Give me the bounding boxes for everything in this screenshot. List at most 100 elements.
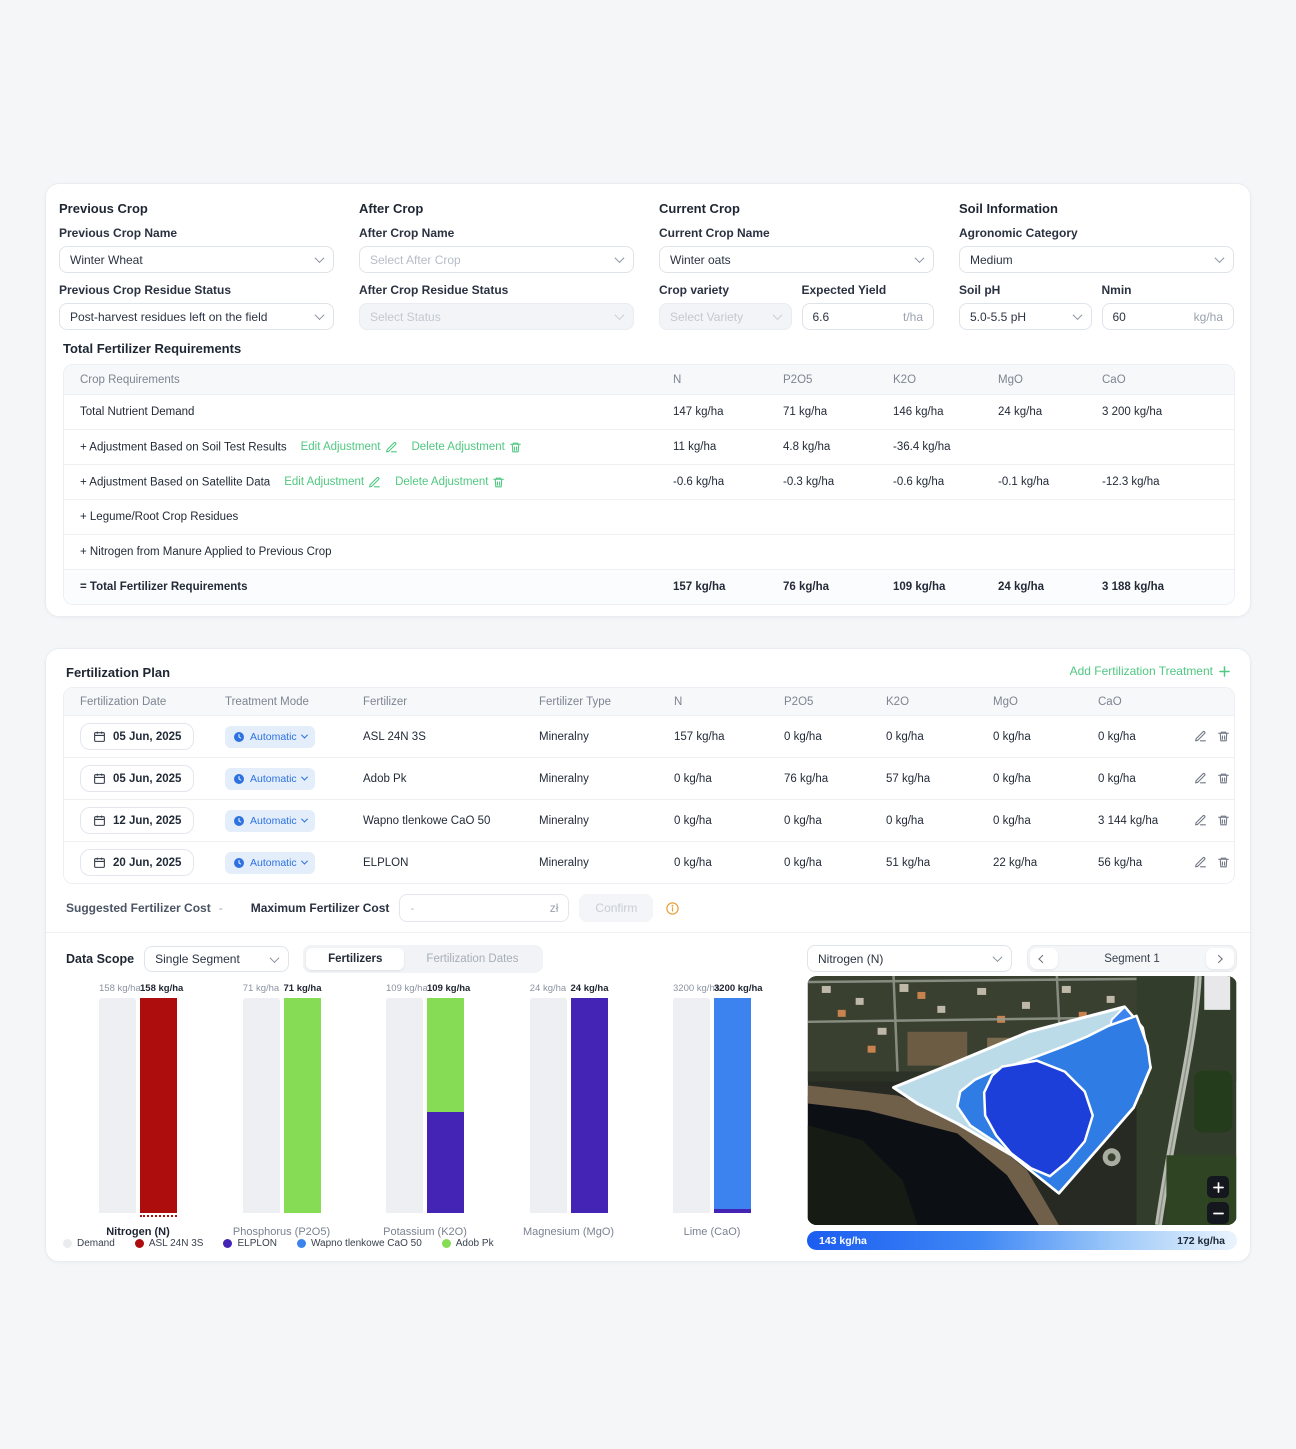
suggested-cost-value: - xyxy=(218,901,223,915)
calendar-icon xyxy=(93,730,106,743)
delete-row-button[interactable] xyxy=(1217,730,1230,743)
tab-fertilizers[interactable]: Fertilizers xyxy=(306,948,405,970)
segment-prev-button[interactable] xyxy=(1030,948,1058,969)
map-zoom-in-button[interactable] xyxy=(1207,1176,1229,1198)
treatment-mode-select[interactable]: Automatic xyxy=(225,725,315,748)
field-map[interactable] xyxy=(807,976,1237,1225)
requirements-row-label: + Nitrogen from Manure Applied to Previo… xyxy=(64,546,657,558)
edit-adjustment-link[interactable]: Edit Adjustment xyxy=(284,476,381,489)
data-scope-label: Data Scope xyxy=(66,952,135,966)
nmin-input[interactable] xyxy=(1112,309,1190,324)
after-crop-name-label: After Crop Name xyxy=(359,226,455,240)
clock-icon xyxy=(233,731,245,743)
expected-yield-label: Expected Yield xyxy=(801,283,887,297)
legend-color-dot xyxy=(441,1239,451,1248)
edit-row-button[interactable] xyxy=(1194,772,1207,785)
bar-value-labels: 3200 kg/ha 3200 kg/ha xyxy=(673,983,763,996)
previous-crop-residue-select[interactable]: Post-harvest residues left on the field xyxy=(59,303,334,330)
section-divider xyxy=(46,932,1250,933)
confirm-button[interactable]: Confirm xyxy=(579,894,654,922)
treatment-mode-select[interactable]: Automatic xyxy=(225,767,315,790)
bar-pair xyxy=(242,998,321,1213)
applied-bar xyxy=(570,998,608,1213)
legend-item: ELPLON xyxy=(223,1238,277,1249)
info-icon[interactable] xyxy=(665,901,680,916)
date-picker-chip[interactable]: 20 Jun, 2025 xyxy=(80,849,195,876)
segment-next-button[interactable] xyxy=(1206,948,1234,969)
delete-adjustment-link[interactable]: Delete Adjustment xyxy=(412,441,522,454)
plan-row: 12 Jun, 2025 Automatic Wapno tlenkowe CaO … xyxy=(64,799,1234,841)
crop-variety-label: Crop variety xyxy=(659,283,730,297)
delete-row-button[interactable] xyxy=(1217,856,1230,869)
requirements-column-header: P2O5 xyxy=(783,373,813,386)
date-picker-chip[interactable]: 05 Jun, 2025 xyxy=(80,723,195,750)
max-cost-field-wrap: zł xyxy=(399,894,570,922)
expected-yield-unit: t/ha xyxy=(902,309,923,324)
requirements-cell: 3 200 kg/ha xyxy=(1102,406,1163,418)
requirements-row: + Adjustment Based on Soil Test Results E… xyxy=(64,429,1234,464)
edit-adjustment-label: Edit Adjustment xyxy=(300,441,381,453)
current-crop-name-select[interactable]: Winter oats xyxy=(659,246,934,273)
treatment-mode-select[interactable]: Automatic xyxy=(225,809,315,832)
requirements-table-header: Crop Requirements N P2O5 K2O MgO CaO xyxy=(64,365,1234,394)
requirements-cell: -0.3 kg/ha xyxy=(783,476,835,488)
applied-value-label: 3200 kg/ha xyxy=(714,983,763,994)
soil-ph-select[interactable]: 5.0-5.5 pH xyxy=(959,303,1092,330)
requirements-row-label: + Legume/Root Crop Residues xyxy=(64,511,657,523)
delete-row-button[interactable] xyxy=(1217,814,1230,827)
bar-pair xyxy=(386,998,464,1213)
row-label-text: + Nitrogen from Manure Applied to Previo… xyxy=(80,546,332,558)
treatment-mode-select[interactable]: Automatic xyxy=(225,851,315,874)
add-fertilization-treatment-button[interactable]: Add Fertilization Treatment xyxy=(1070,664,1230,678)
edit-row-button[interactable] xyxy=(1194,856,1207,869)
applied-bar xyxy=(140,998,177,1217)
date-picker-chip[interactable]: 05 Jun, 2025 xyxy=(80,765,195,792)
nmin-field-wrap: kg/ha xyxy=(1101,303,1234,330)
row-label-text: + Adjustment Based on Soil Test Results xyxy=(80,441,287,453)
edit-row-button[interactable] xyxy=(1194,814,1207,827)
pencil-icon xyxy=(368,476,381,489)
date-picker-chip[interactable]: 12 Jun, 2025 xyxy=(80,807,195,834)
plan-date-cell: 20 Jun, 2025 xyxy=(64,849,209,876)
map-color-scale: 143 kg/ha 172 kg/ha xyxy=(807,1231,1237,1250)
plan-value-cell: 0 kg/ha xyxy=(993,814,1031,827)
delete-adjustment-link[interactable]: Delete Adjustment xyxy=(395,476,505,489)
requirements-cell: 11 kg/ha xyxy=(673,441,717,453)
legend-color-dot xyxy=(134,1239,144,1248)
after-crop-name-select[interactable]: Select After Crop xyxy=(359,246,634,273)
requirements-column-header: CaO xyxy=(1102,373,1126,386)
data-scope-select[interactable]: Single Segment xyxy=(144,946,290,972)
chevron-down-icon xyxy=(314,253,325,264)
bar-value-labels: 158 kg/ha 158 kg/ha xyxy=(99,983,183,996)
requirements-table-body: Total Nutrient Demand 147 kg/ha 71 kg/ha 14… xyxy=(64,394,1234,604)
requirements-cell: 71 kg/ha xyxy=(783,406,828,418)
delete-row-button[interactable] xyxy=(1217,772,1230,785)
plan-type-cell: Mineralny xyxy=(539,730,589,743)
map-nutrient-select[interactable]: Nitrogen (N) xyxy=(807,945,1012,972)
demand-value-label: 3200 kg/ha xyxy=(673,983,721,994)
max-cost-input[interactable] xyxy=(410,901,514,915)
agronomic-category-select[interactable]: Medium xyxy=(959,246,1234,273)
agronomic-category-value: Medium xyxy=(970,252,1013,267)
requirements-table: Crop Requirements N P2O5 K2O MgO CaO Total Nu… xyxy=(63,364,1235,605)
clock-icon xyxy=(233,773,245,785)
chevron-down-icon xyxy=(300,815,308,823)
suggested-cost-label: Suggested Fertilizer Cost xyxy=(66,901,211,915)
expected-yield-input[interactable] xyxy=(812,309,890,324)
edit-row-button[interactable] xyxy=(1194,730,1207,743)
requirements-cell: -12.3 kg/ha xyxy=(1102,476,1160,488)
edit-adjustment-link[interactable]: Edit Adjustment xyxy=(301,441,398,454)
requirements-cell: 24 kg/ha xyxy=(998,581,1045,593)
agronomic-category-label: Agronomic Category xyxy=(959,226,1078,240)
tab-fertilization-dates[interactable]: Fertilization Dates xyxy=(404,948,540,970)
requirements-column-header: Crop Requirements xyxy=(80,373,180,386)
requirements-cell: -0.1 kg/ha xyxy=(998,476,1050,488)
previous-crop-name-select[interactable]: Winter Wheat xyxy=(59,246,334,273)
requirements-row-label: = Total Fertilizer Requirements xyxy=(64,581,657,593)
row-label-text: Total Nutrient Demand xyxy=(80,406,195,418)
plan-fertilizer-cell: ELPLON xyxy=(363,856,409,869)
trash-icon xyxy=(492,476,505,489)
plan-column-header: MgO xyxy=(993,695,1018,708)
applied-value-label: 24 kg/ha xyxy=(570,983,609,994)
map-zoom-out-button[interactable] xyxy=(1207,1202,1229,1224)
